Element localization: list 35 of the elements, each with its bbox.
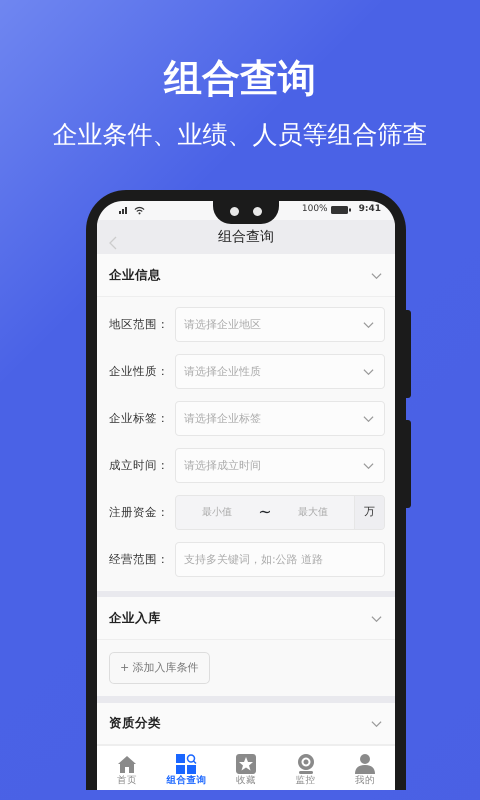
back-icon[interactable] bbox=[109, 236, 117, 250]
signal-icon bbox=[119, 206, 129, 214]
select-field[interactable]: 请选择成立时间 bbox=[175, 448, 385, 483]
field-label: 企业性质： bbox=[109, 362, 170, 380]
select-field[interactable]: 请选择企业性质 bbox=[175, 354, 385, 389]
field-label: 注册资金： bbox=[109, 504, 170, 521]
subtitle: 企业条件、业绩、人员等组合筛查 bbox=[52, 120, 428, 150]
field-label: 地区范围： bbox=[109, 316, 170, 333]
unit-label: 万 bbox=[354, 496, 384, 529]
tab-item[interactable]: 收藏 bbox=[216, 746, 276, 790]
range-separator: ~ bbox=[258, 501, 272, 524]
headline: 组合查询 bbox=[162, 55, 317, 102]
select-field[interactable]: 请选择企业标签 bbox=[175, 400, 385, 436]
camera-icon bbox=[230, 207, 239, 216]
tab-item[interactable]: 组合查询 bbox=[156, 746, 216, 790]
add-condition-button[interactable]: + 添加入库条件 bbox=[109, 652, 210, 684]
tab-item[interactable]: 我的 bbox=[335, 746, 395, 790]
field-label: 成立时间： bbox=[109, 456, 170, 474]
home-icon bbox=[116, 753, 138, 776]
grid-search-icon bbox=[175, 753, 198, 776]
sensor-icon bbox=[253, 207, 262, 216]
nav-title: 组合查询 bbox=[218, 228, 274, 247]
field-label: 经营范围： bbox=[109, 550, 170, 568]
input-field[interactable]: 支持多关键词，如:公路 道路 bbox=[175, 542, 385, 577]
clock: 9:41 bbox=[358, 203, 381, 216]
select-field[interactable]: 请选择企业地区 bbox=[175, 306, 385, 342]
field-label: 企业标签： bbox=[109, 410, 170, 427]
battery-percentage: 100% bbox=[302, 203, 328, 216]
wifi-icon bbox=[134, 206, 145, 215]
battery-icon bbox=[330, 206, 351, 214]
person-icon bbox=[354, 753, 376, 776]
tab-item[interactable]: 监控 bbox=[276, 746, 336, 790]
tab-item[interactable]: 首页 bbox=[97, 746, 157, 790]
min-field[interactable]: 最小值 bbox=[176, 504, 258, 521]
max-field[interactable]: 最大值 bbox=[272, 504, 354, 521]
